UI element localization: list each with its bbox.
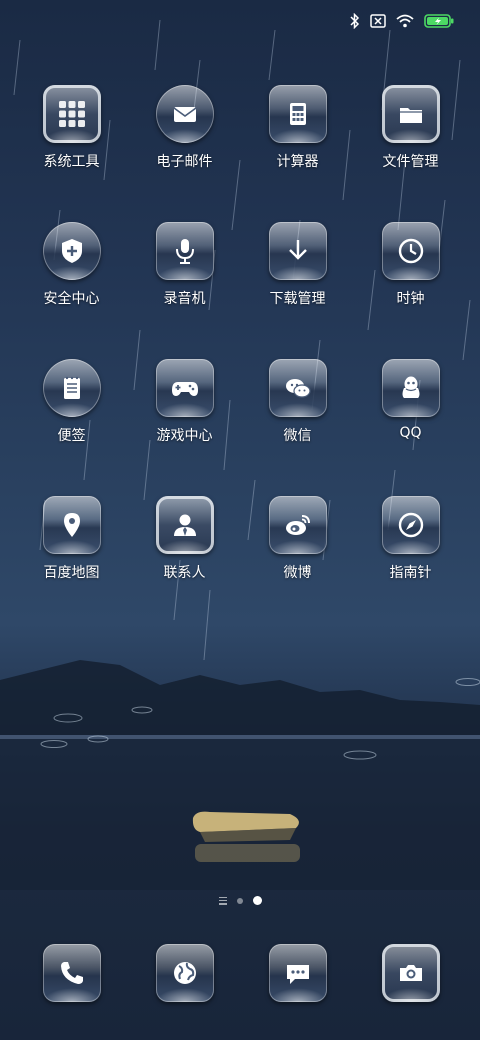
app-calculator[interactable]: 计算器	[241, 85, 354, 222]
app-label: 游戏中心	[156, 428, 213, 444]
app-file-manager[interactable]: 文件管理	[354, 85, 467, 222]
app-grid: 系统工具 电子邮件 计算器 文件管理 安全中心 录音机 下载管理 时钟 便签 游…	[15, 85, 467, 633]
app-label: 时钟	[396, 291, 425, 307]
app-wechat[interactable]: 微信	[241, 359, 354, 496]
app-label: 安全中心	[43, 291, 100, 307]
gamepad-icon	[155, 359, 214, 417]
status-bar	[350, 10, 454, 32]
dock	[15, 944, 467, 1014]
browser-globe-icon	[155, 944, 214, 1002]
app-label: 下载管理	[269, 291, 326, 307]
app-system-tools[interactable]: 系统工具	[15, 85, 128, 222]
compass-icon	[381, 496, 440, 554]
qq-penguin-icon	[381, 359, 440, 417]
app-security-center[interactable]: 安全中心	[15, 222, 128, 359]
app-label: QQ	[399, 425, 422, 441]
calculator-icon	[268, 85, 327, 143]
app-label: 便签	[57, 428, 86, 444]
shield-plus-icon	[42, 222, 101, 280]
notepad-icon	[42, 359, 101, 417]
list-view-icon[interactable]	[218, 896, 227, 905]
clock-icon	[381, 222, 440, 280]
app-label: 文件管理	[382, 154, 439, 170]
app-label: 百度地图	[43, 565, 100, 581]
lake-scene-wallpaper	[0, 660, 480, 890]
page-dot-1[interactable]	[236, 897, 243, 904]
app-label: 系统工具	[43, 154, 100, 170]
page-dot-2-active[interactable]	[252, 896, 262, 905]
page-indicator	[0, 896, 480, 905]
app-compass[interactable]: 指南针	[354, 496, 467, 633]
battery-charging-icon	[424, 14, 454, 28]
app-label: 电子邮件	[156, 154, 213, 170]
app-weibo[interactable]: 微博	[241, 496, 354, 633]
dock-messages[interactable]	[241, 944, 354, 1014]
app-recorder[interactable]: 录音机	[128, 222, 241, 359]
app-label: 计算器	[276, 154, 319, 170]
dock-browser[interactable]	[128, 944, 241, 1014]
app-download-manager[interactable]: 下载管理	[241, 222, 354, 359]
app-baidu-map[interactable]: 百度地图	[15, 496, 128, 633]
app-contacts[interactable]: 联系人	[128, 496, 241, 633]
dock-phone[interactable]	[15, 944, 128, 1014]
dock-camera[interactable]	[354, 944, 467, 1014]
app-label: 联系人	[163, 565, 206, 581]
app-clock[interactable]: 时钟	[354, 222, 467, 359]
download-arrow-icon	[268, 222, 327, 280]
app-label: 指南针	[389, 565, 432, 581]
microphone-icon	[155, 222, 214, 280]
app-label: 微博	[283, 565, 312, 581]
messages-icon	[268, 944, 327, 1002]
app-notes[interactable]: 便签	[15, 359, 128, 496]
wechat-icon	[268, 359, 327, 417]
contact-person-icon	[155, 496, 214, 554]
map-pin-icon	[42, 496, 101, 554]
no-sim-icon	[370, 14, 386, 28]
app-email[interactable]: 电子邮件	[128, 85, 241, 222]
weibo-icon	[268, 496, 327, 554]
camera-icon	[381, 944, 440, 1002]
wifi-icon	[396, 14, 414, 28]
app-label: 微信	[283, 428, 312, 444]
app-game-center[interactable]: 游戏中心	[128, 359, 241, 496]
app-qq[interactable]: QQ	[354, 359, 467, 496]
phone-icon	[42, 944, 101, 1002]
bluetooth-icon	[350, 13, 360, 29]
folder-icon	[381, 85, 440, 143]
folder-grid-icon	[42, 85, 101, 143]
app-label: 录音机	[163, 291, 206, 307]
mail-icon	[155, 85, 214, 143]
